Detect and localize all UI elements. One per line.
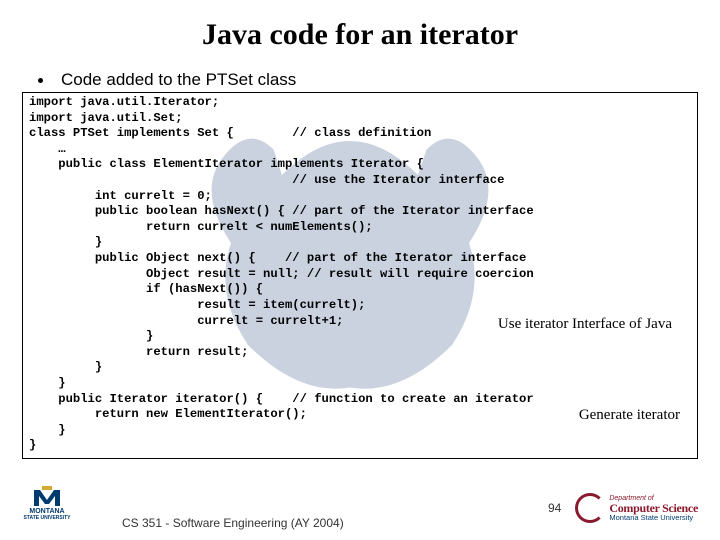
bullet-text: Code added to the PTSet class xyxy=(61,70,296,90)
bullet-item: Code added to the PTSet class xyxy=(38,70,720,90)
annotation-generate-iterator: Generate iterator xyxy=(579,406,680,424)
code-block: import java.util.Iterator; import java.u… xyxy=(22,92,698,459)
slide-title: Java code for an iterator xyxy=(0,0,720,52)
cs-dept-logo: Department of Computer Science Montana S… xyxy=(575,493,698,523)
footer-course-text: CS 351 - Software Engineering (AY 2004) xyxy=(122,516,344,530)
swirl-icon xyxy=(575,493,605,523)
cs-univ-label: Montana State University xyxy=(609,514,698,522)
annotation-iterator-interface: Use iterator Interface of Java xyxy=(498,315,672,333)
bullet-dot-icon xyxy=(38,78,43,83)
page-number: 94 xyxy=(548,501,561,515)
msu-logo: MONTANA STATE UNIVERSITY xyxy=(22,486,72,530)
msu-label-2: STATE UNIVERSITY xyxy=(23,515,70,521)
slide-footer: MONTANA STATE UNIVERSITY CS 351 - Softwa… xyxy=(0,486,720,530)
msu-label-1: MONTANA xyxy=(29,508,64,515)
cs-name-label: Computer Science xyxy=(609,502,698,514)
